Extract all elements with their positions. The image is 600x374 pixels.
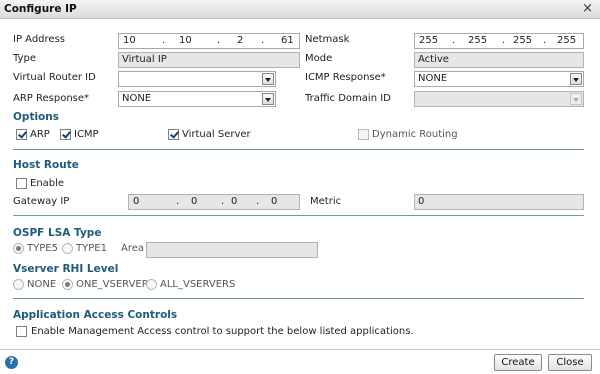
host-route-enable-label: Enable <box>30 178 65 189</box>
rhi-none-label: NONE <box>27 279 57 290</box>
dynamic-routing-checkbox[interactable] <box>358 129 369 140</box>
traffic-domain-id-select <box>414 91 584 107</box>
application-access-controls-heading: Application Access Controls <box>13 309 178 321</box>
arp-response-label: ARP Response* <box>13 93 90 104</box>
traffic-domain-id-label: Traffic Domain ID <box>305 93 391 104</box>
host-route-heading: Host Route <box>13 159 79 171</box>
ospf-type5-label: TYPE5 <box>27 243 58 254</box>
rhi-all-vservers-radio[interactable] <box>146 279 157 290</box>
type-label: Type <box>13 53 36 64</box>
vserver-rhi-divider <box>13 298 584 299</box>
arp-response-select[interactable]: NONE <box>118 91 276 107</box>
rhi-one-vserver-radio[interactable] <box>62 279 73 290</box>
icmp-response-label: ICMP Response* <box>305 72 386 83</box>
icmp-response-select[interactable]: NONE <box>414 71 584 87</box>
rhi-all-vservers-label: ALL_VSERVERS <box>160 279 236 290</box>
dialog-title: Configure IP <box>4 3 77 15</box>
ip-address-octet-3: 2 <box>237 35 244 46</box>
netmask-octet-4: 255 <box>557 35 577 46</box>
metric-input: 0 <box>414 194 584 210</box>
chevron-down-icon[interactable] <box>262 93 274 105</box>
icmp-response-value: NONE <box>418 73 448 84</box>
icmp-checkbox-label: ICMP <box>74 129 99 140</box>
ip-address-octet-4: 61 <box>281 35 294 46</box>
enable-management-access-label: Enable Management Access control to supp… <box>31 326 414 337</box>
create-button[interactable]: Create <box>494 354 542 371</box>
virtual-server-checkbox-label: Virtual Server <box>182 129 251 140</box>
ip-dot: . <box>176 196 180 207</box>
gateway-octet-4: 0 <box>271 196 278 207</box>
ip-dot: . <box>221 196 225 207</box>
netmask-input[interactable]: 255 . 255 . 255 . 255 <box>414 33 584 49</box>
ip-dot: . <box>162 35 166 46</box>
chevron-down-icon[interactable] <box>570 73 582 85</box>
ip-address-octet-1: 10 <box>123 35 136 46</box>
netmask-octet-2: 255 <box>468 35 488 46</box>
metric-label: Metric <box>310 196 342 207</box>
mode-field: Active <box>414 52 584 68</box>
options-divider <box>13 149 584 150</box>
netmask-octet-1: 255 <box>419 35 439 46</box>
dynamic-routing-checkbox-label: Dynamic Routing <box>372 129 458 140</box>
host-route-enable-checkbox[interactable] <box>16 178 27 189</box>
host-route-divider <box>13 215 584 216</box>
rhi-one-vserver-label: ONE_VSERVER <box>76 279 149 290</box>
metric-value: 0 <box>418 196 425 207</box>
ip-dot: . <box>543 35 547 46</box>
ospf-lsa-type-heading: OSPF LSA Type <box>13 227 102 239</box>
gateway-octet-3: 0 <box>231 196 238 207</box>
gateway-octet-1: 0 <box>133 196 140 207</box>
virtual-server-checkbox[interactable] <box>168 129 179 140</box>
virtual-router-id-select[interactable] <box>118 71 276 87</box>
close-icon[interactable]: × <box>582 1 593 16</box>
arp-checkbox[interactable] <box>16 129 27 140</box>
enable-management-access-checkbox[interactable] <box>16 326 27 337</box>
type-value: Virtual IP <box>122 54 167 65</box>
mode-value: Active <box>418 54 449 65</box>
icmp-checkbox[interactable] <box>60 129 71 140</box>
ospf-type5-radio[interactable] <box>13 243 24 254</box>
vserver-rhi-level-heading: Vserver RHI Level <box>13 263 119 275</box>
ip-dot: . <box>256 196 260 207</box>
ip-dot: . <box>502 35 506 46</box>
ospf-type1-label: TYPE1 <box>76 243 107 254</box>
chevron-down-icon <box>570 93 582 105</box>
dialog-title-bar: Configure IP × <box>0 0 600 19</box>
arp-checkbox-label: ARP <box>30 129 50 140</box>
arp-response-value: NONE <box>122 93 152 104</box>
gateway-ip-input: 0 . 0 . 0 . 0 <box>128 194 300 210</box>
close-button[interactable]: Close <box>548 354 592 371</box>
netmask-octet-3: 255 <box>513 35 533 46</box>
ip-dot: . <box>217 35 221 46</box>
ip-dot: . <box>452 35 456 46</box>
ospf-type1-radio[interactable] <box>62 243 73 254</box>
type-field: Virtual IP <box>118 52 300 68</box>
virtual-router-id-label: Virtual Router ID <box>13 72 96 83</box>
help-icon[interactable]: ? <box>5 356 18 369</box>
ip-address-input[interactable]: 10 . 10 . 2 . 61 <box>118 33 300 49</box>
netmask-label: Netmask <box>305 34 350 45</box>
ospf-area-input <box>146 242 318 258</box>
ip-dot: . <box>261 35 265 46</box>
gateway-ip-label: Gateway IP <box>13 196 70 207</box>
chevron-down-icon[interactable] <box>262 73 274 85</box>
ip-address-octet-2: 10 <box>179 35 192 46</box>
ip-address-label: IP Address <box>13 34 65 45</box>
options-heading: Options <box>13 111 59 123</box>
mode-label: Mode <box>305 53 333 64</box>
rhi-none-radio[interactable] <box>13 279 24 290</box>
gateway-octet-2: 0 <box>191 196 198 207</box>
ospf-area-label: Area <box>121 243 145 254</box>
